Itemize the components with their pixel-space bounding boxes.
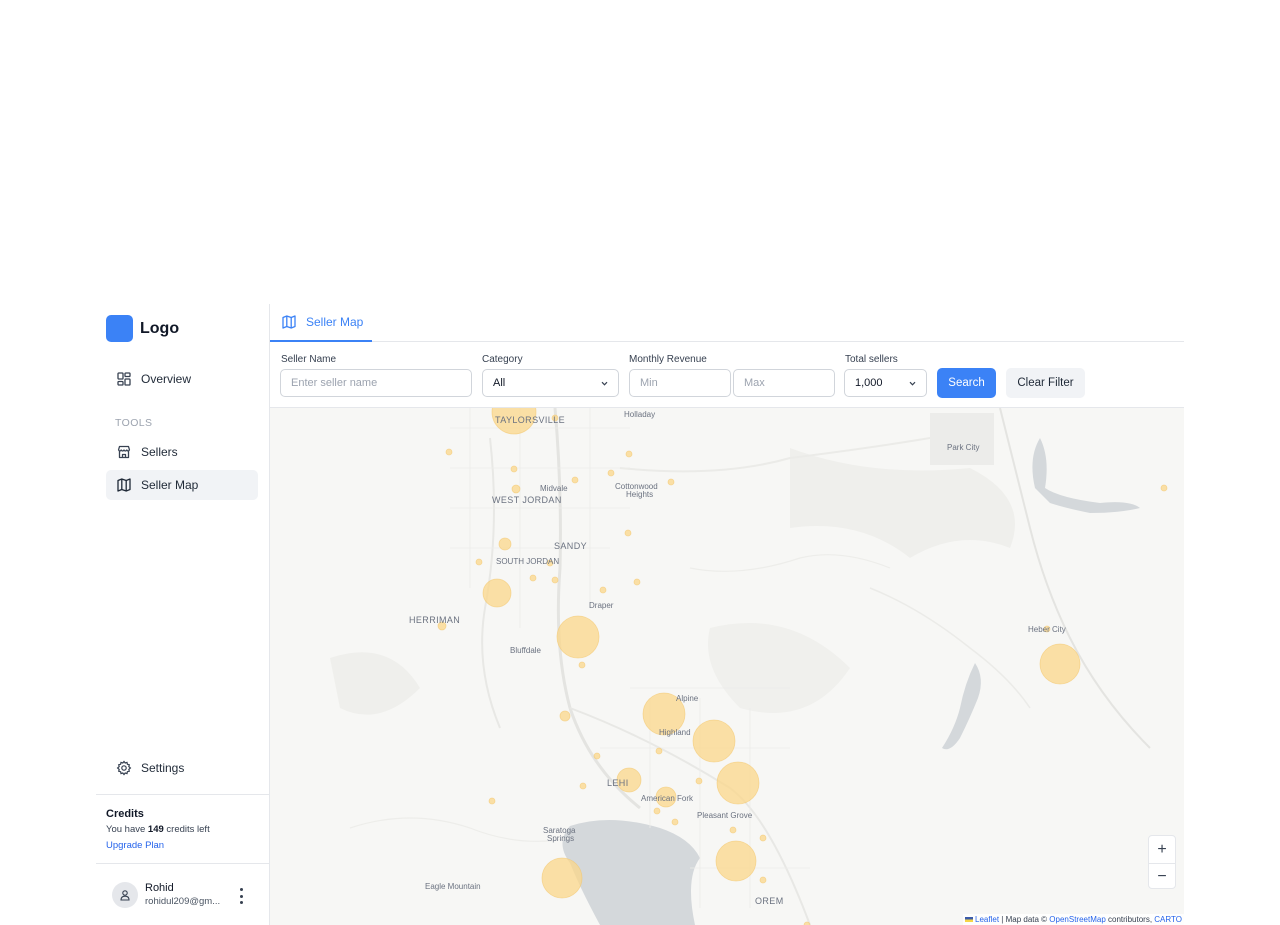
logo-text: Logo [140,319,180,337]
revenue-min-input[interactable]: Min [629,369,731,397]
map-label: Eagle Mountain [425,882,481,891]
map-label: HERRIMAN [409,615,461,625]
sidebar-item-label: Seller Map [141,478,199,492]
user-name: Rohid [145,882,174,894]
map-label: SOUTH JORDAN [496,557,560,566]
credits-title: Credits [106,808,144,820]
app-window: Logo Overview TOOLS Sellers Seller Map S… [96,304,1184,925]
map-label: WEST JORDAN [492,495,562,505]
map-label: OREM [755,896,784,906]
section-label-tools: TOOLS [115,417,153,429]
monthly-revenue-label: Monthly Revenue [629,354,707,365]
carto-link[interactable]: CARTO [1154,915,1182,924]
sidebar-item-seller-map[interactable]: Seller Map [106,470,258,500]
tab-bar: Seller Map [270,304,1184,342]
sidebar-item-label: Settings [141,761,185,775]
map-label: Heights [626,490,654,499]
map-label: Midvale [540,484,568,493]
chevron-down-icon [601,381,608,386]
gear-icon [116,760,132,776]
map-label: Springs [547,834,575,843]
map-tiles [330,408,1168,925]
category-select[interactable]: All [482,369,619,397]
credits-panel: Credits You have 149 credits left Upgrad… [96,794,270,864]
upgrade-plan-link[interactable]: Upgrade Plan [106,840,164,851]
credits-text: You have 149 credits left [106,824,260,835]
zoom-out-button[interactable]: − [1149,863,1175,890]
seller-map[interactable]: TAYLORSVILLE Holladay Park City Midvale … [270,408,1184,925]
sidebar-item-overview[interactable]: Overview [106,364,258,394]
tab-seller-map[interactable]: Seller Map [270,304,372,342]
map-label: Heber City [1028,625,1066,634]
map-label: Highland [659,728,691,737]
map-label: TAYLORSVILLE [495,415,565,425]
map-label: Holladay [624,410,656,419]
seller-name-input[interactable]: Enter seller name [280,369,472,397]
store-icon [117,445,131,459]
credits-prefix: You have [106,824,146,835]
zoom-in-button[interactable]: + [1149,836,1175,863]
map-label: Draper [589,601,614,610]
sidebar-item-label: Sellers [141,445,178,459]
map-label: Park City [947,443,980,452]
category-label: Category [482,354,523,365]
logo-mark [106,315,133,342]
filter-bar: Seller Name Enter seller name Category A… [270,342,1184,408]
map-label: LEHI [607,778,629,788]
map-icon [117,478,131,492]
grid-icon [117,372,131,386]
total-sellers-value: 1,000 [855,377,883,389]
map-label: SANDY [554,541,588,551]
logo[interactable]: Logo [106,315,179,342]
seller-name-label: Seller Name [281,354,337,365]
more-options-icon[interactable] [238,888,244,904]
sidebar-item-sellers[interactable]: Sellers [106,437,258,467]
map-label: Pleasant Grove [697,811,753,820]
sidebar-item-label: Overview [141,372,192,386]
leaflet-link[interactable]: Leaflet [975,915,999,924]
search-button[interactable]: Search [937,368,996,398]
credits-suffix: credits left [166,824,210,835]
map-label: Bluffdale [510,646,541,655]
user-email: rohidul209@gm... [145,896,221,907]
map-label: Alpine [676,694,699,703]
contributors-text: contributors, [1108,915,1153,924]
total-sellers-label: Total sellers [845,354,898,365]
user-profile[interactable]: Rohid rohidul209@gm... [96,863,270,925]
sidebar: Logo Overview TOOLS Sellers Seller Map S… [96,304,270,925]
total-sellers-select[interactable]: 1,000 [844,369,927,397]
avatar [112,881,138,908]
zoom-control: + − [1148,835,1176,889]
main-content: Seller Map Seller Name Enter seller name… [270,304,1184,925]
tab-label: Seller Map [306,315,364,329]
map-icon [282,315,296,329]
map-data-text: | Map data © [1001,915,1048,924]
osm-link[interactable]: OpenStreetMap [1049,915,1105,924]
clear-filter-button[interactable]: Clear Filter [1006,368,1085,398]
credits-count: 149 [147,824,164,835]
revenue-max-input[interactable]: Max [733,369,835,397]
chevron-down-icon [909,381,916,386]
flag-icon [964,917,973,923]
map-attribution: Leaflet | Map data © OpenStreetMap contr… [962,914,1184,925]
category-value: All [493,377,506,389]
sidebar-item-settings[interactable]: Settings [106,753,258,783]
user-icon [120,889,130,901]
user-info: Rohid rohidul209@gm... [145,882,220,907]
map-label: American Fork [641,794,694,803]
